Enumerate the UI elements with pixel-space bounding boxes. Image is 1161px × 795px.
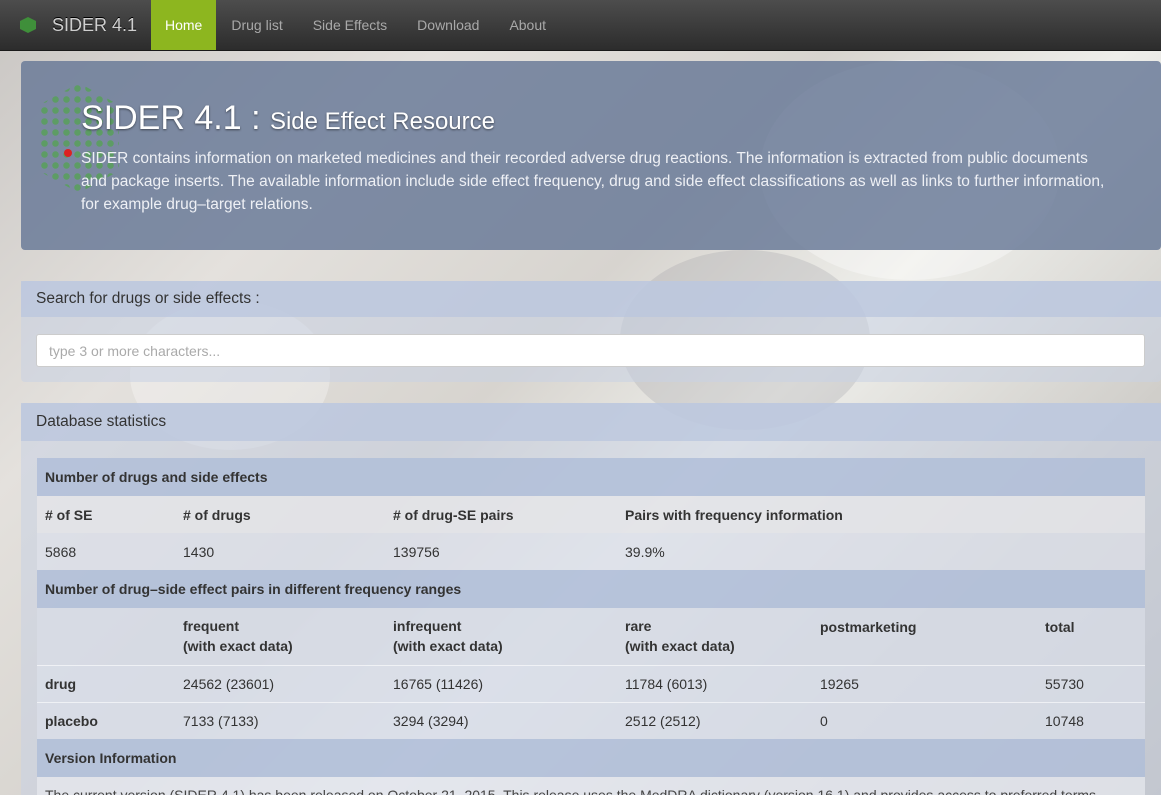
nav-download[interactable]: Download (402, 0, 494, 50)
table-cell: 1430 (175, 533, 385, 570)
header-line: frequent (183, 618, 239, 635)
hero-description: SIDER contains information on marketed m… (81, 150, 1105, 213)
nav-drug-list[interactable]: Drug list (216, 0, 297, 50)
table-cell: 10748 (1037, 701, 1145, 739)
table-cell: 39.9% (617, 533, 1145, 570)
sider-logo-icon (20, 17, 36, 33)
table-cell: 3294 (3294) (385, 701, 617, 739)
table-cell: 19265 (812, 664, 1037, 702)
table-section-header: Number of drug–side effect pairs in diff… (37, 570, 1145, 608)
search-input[interactable] (36, 334, 1145, 367)
hero-title: SIDER 4.1 : Side Effect Resource (81, 99, 495, 138)
search-heading: Search for drugs or side effects : (21, 281, 1161, 317)
row-label-placebo: placebo (37, 701, 175, 739)
table-row: The current version (SIDER 4.1) has been… (37, 777, 1145, 795)
nav-home[interactable]: Home (151, 0, 217, 50)
column-header-postmarketing: postmarketing (812, 608, 1037, 665)
stats-panel: Database statistics Number of drugs and … (21, 403, 1161, 795)
brand[interactable]: SIDER 4.1 (0, 0, 151, 50)
row-label-drug: drug (37, 664, 175, 702)
header-line: rare (625, 618, 652, 635)
table-cell: 55730 (1037, 664, 1145, 702)
hero-title-separator: : (241, 99, 270, 137)
header-line: infrequent (393, 618, 462, 635)
brand-label: SIDER 4.1 (52, 14, 138, 35)
table-cell: 11784 (6013) (617, 664, 812, 702)
column-header (37, 608, 175, 665)
section-drugs-se: Number of drugs and side effects (37, 458, 1145, 496)
table-header-row: # of SE # of drugs # of drug-SE pairs Pa… (37, 496, 1145, 533)
column-header: Pairs with frequency information (617, 496, 1145, 533)
table-section-header: Number of drugs and side effects (37, 458, 1145, 496)
header-line: (with exact data) (625, 638, 735, 655)
column-header: # of drug-SE pairs (385, 496, 617, 533)
table-cell: 24562 (23601) (175, 664, 385, 702)
table-cell: 0 (812, 701, 1037, 739)
table-cell: 5868 (37, 533, 175, 570)
search-panel: Search for drugs or side effects : (21, 281, 1161, 382)
hero-banner: SIDER 4.1 : Side Effect Resource SIDER c… (21, 61, 1161, 250)
table-row: placebo 7133 (7133) 3294 (3294) 2512 (25… (37, 701, 1145, 739)
nav-about[interactable]: About (494, 0, 561, 50)
red-dot-icon (64, 149, 72, 157)
stats-table: Number of drugs and side effects # of SE… (37, 458, 1145, 795)
header-line: (with exact data) (393, 638, 503, 655)
table-row: 5868 1430 139756 39.9% (37, 533, 1145, 570)
table-row: drug 24562 (23601) 16765 (11426) 11784 (… (37, 664, 1145, 702)
table-header-row: frequent (with exact data) infrequent (wit… (37, 608, 1145, 665)
column-header-total: total (1037, 608, 1145, 665)
column-header: # of drugs (175, 496, 385, 533)
column-header: # of SE (37, 496, 175, 533)
hero-subtitle: Side Effect Resource (269, 108, 495, 135)
top-navbar: SIDER 4.1 Home Drug list Side Effects Do… (0, 0, 1161, 51)
nav-side-effects[interactable]: Side Effects (298, 0, 402, 50)
section-version-info: Version Information (37, 739, 1145, 777)
version-text: The current version (SIDER 4.1) has been… (37, 777, 1145, 795)
column-header-infrequent: infrequent (with exact data) (385, 608, 617, 665)
section-frequency-ranges: Number of drug–side effect pairs in diff… (37, 570, 1145, 608)
header-line: postmarketing (820, 619, 917, 635)
table-cell: 139756 (385, 533, 617, 570)
table-section-header: Version Information (37, 739, 1145, 777)
hero-title-main: SIDER 4.1 (81, 99, 242, 137)
table-cell: 2512 (2512) (617, 701, 812, 739)
header-line: total (1045, 619, 1075, 635)
stats-heading: Database statistics (21, 403, 1161, 441)
column-header-rare: rare (with exact data) (617, 608, 812, 665)
column-header-frequent: frequent (with exact data) (175, 608, 385, 665)
table-cell: 16765 (11426) (385, 664, 617, 702)
header-line: (with exact data) (183, 638, 293, 655)
table-cell: 7133 (7133) (175, 701, 385, 739)
